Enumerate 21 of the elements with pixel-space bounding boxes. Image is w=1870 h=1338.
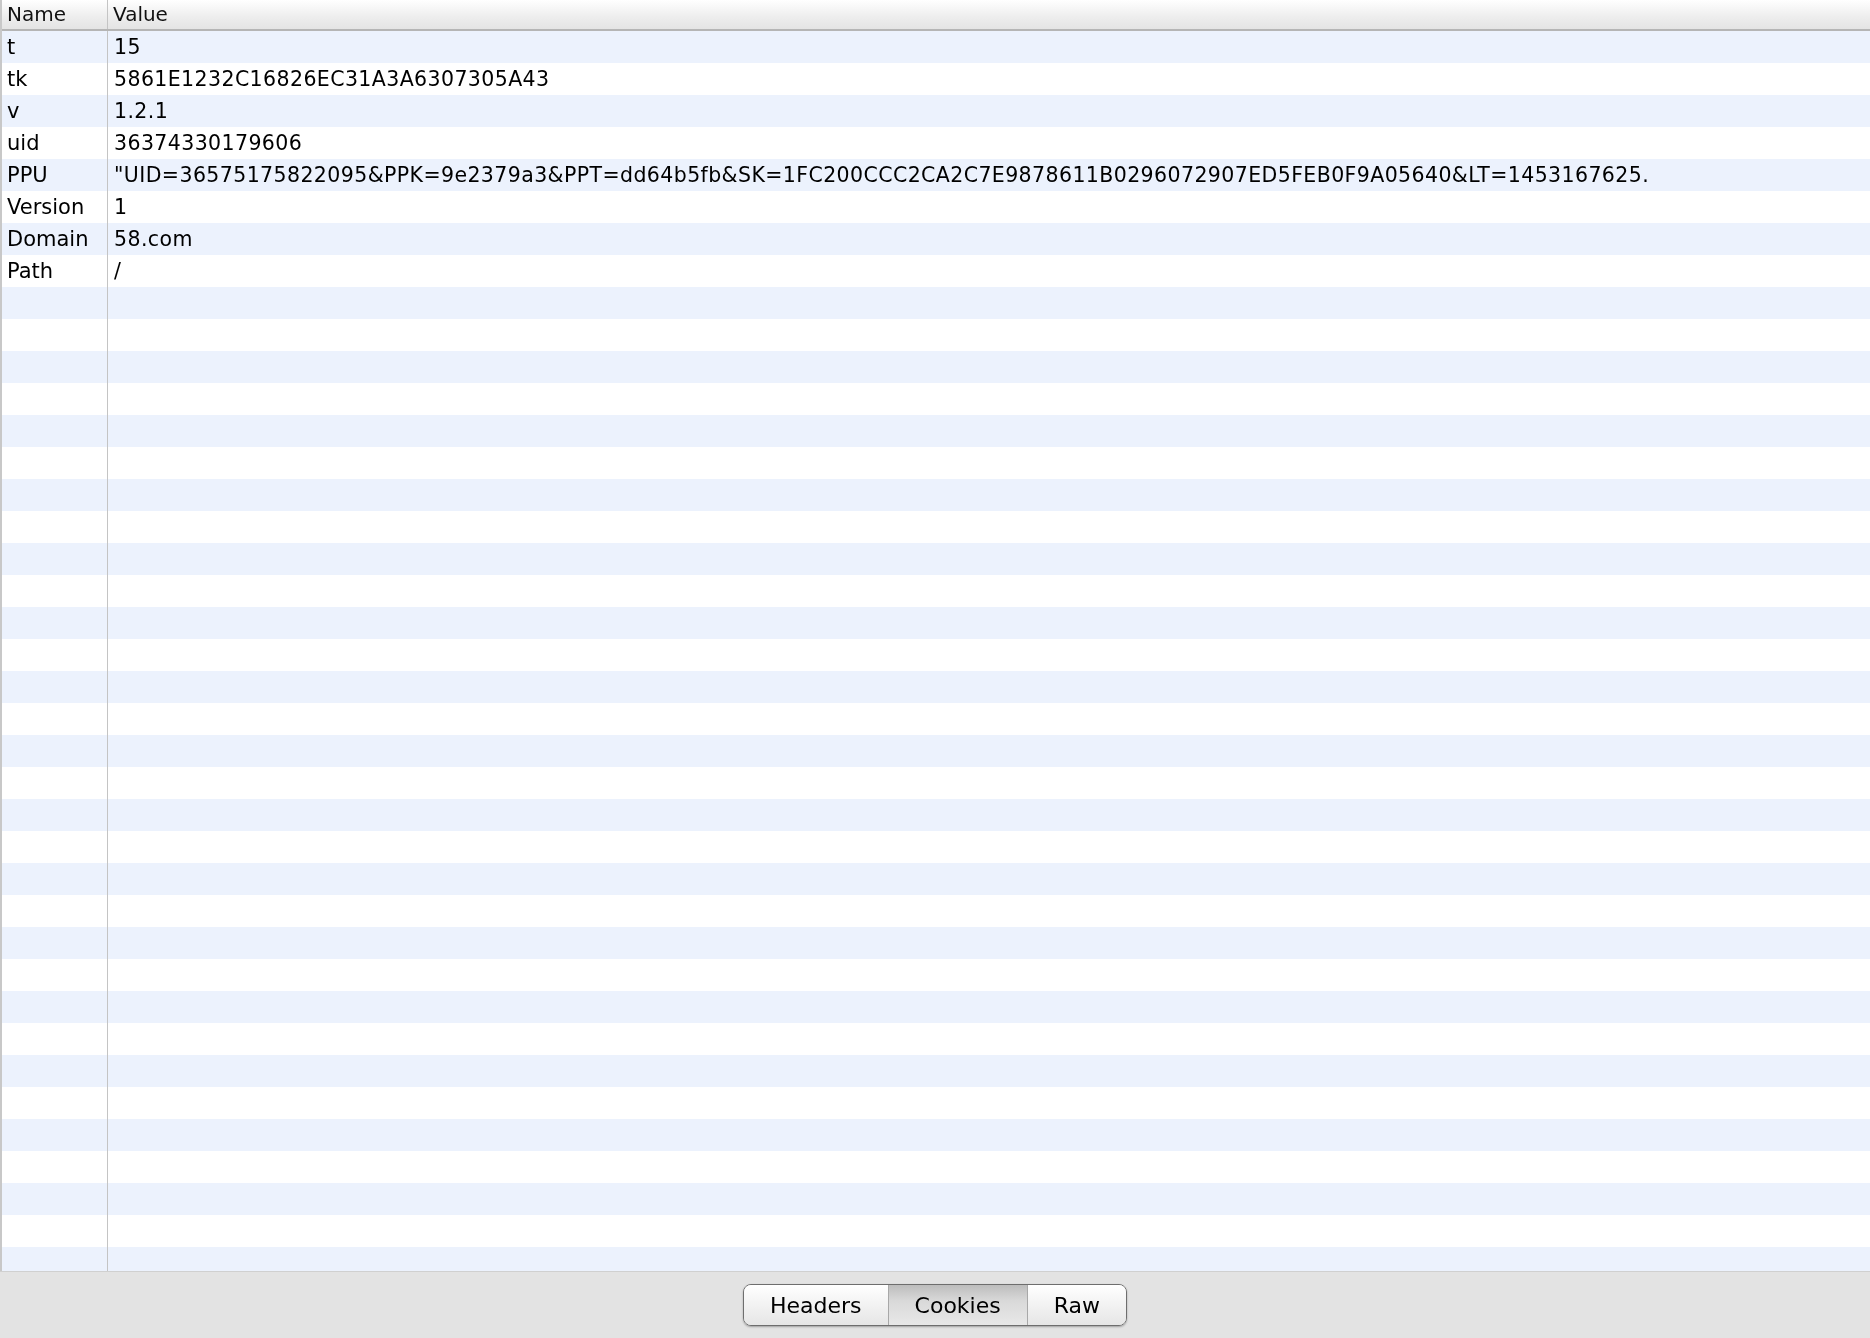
name-cell-text: Path	[6, 258, 55, 285]
name-cell-text: uid	[6, 130, 41, 157]
view-tab[interactable]: Raw	[1026, 1285, 1126, 1325]
value-cell-text: "UID=36575175822095&PPK=9e2379a3&PPT=dd64b5fb&SK=1FC200CCC2CA2C7E9878611B0296072907ED5FEB0F9A05640&LT=1453167625.	[113, 162, 1651, 189]
value-cell-text: 1	[113, 194, 129, 221]
name-cell-text: Version	[6, 194, 86, 221]
name-cell-text: PPU	[6, 162, 49, 189]
value-cell-text: 15	[113, 34, 142, 61]
column-header[interactable]: Value	[108, 0, 1870, 29]
column-header[interactable]: Name	[2, 0, 108, 29]
value-cell-text: 58.com	[113, 226, 194, 253]
name-cell-text: tk	[6, 66, 29, 93]
view-tab[interactable]: Cookies	[887, 1285, 1027, 1325]
value-cell-text: /	[113, 258, 123, 285]
name-cell-text: v	[6, 98, 21, 125]
name-cell-text: t	[6, 34, 17, 61]
value-cell-text: 1.2.1	[113, 98, 170, 125]
view-tab[interactable]: Headers	[744, 1285, 888, 1325]
value-cell-text: 36374330179606	[113, 130, 304, 157]
name-cell-text: Domain	[6, 226, 90, 253]
value-cell-text: 5861E1232C16826EC31A3A6307305A43	[113, 66, 551, 93]
